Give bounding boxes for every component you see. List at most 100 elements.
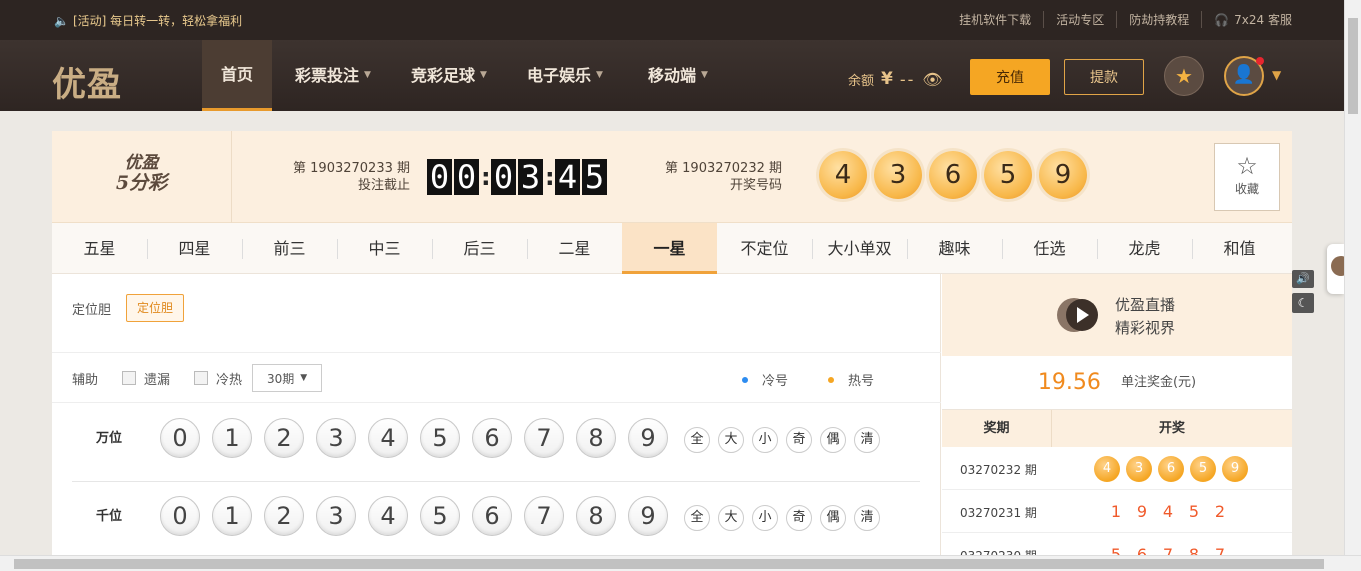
nav-home[interactable]: 首页 [202,40,272,111]
nav-football[interactable]: 竞彩足球 ▼ [411,40,487,111]
history-ball: 5 [1190,456,1216,482]
hide-balance-icon[interactable]: 👁 [922,70,942,89]
quick-big-button[interactable]: 大 [718,427,744,453]
period-select[interactable]: 30期 ▼ [252,364,323,392]
star-icon[interactable]: ★ [1164,56,1204,96]
quick-even-button[interactable]: 偶 [820,427,846,453]
last-issue-caption: 开奖号码 [729,178,782,193]
tab-unpositioned[interactable]: 不定位 [717,223,812,274]
night-mode-icon[interactable]: ☾ [1292,293,1314,313]
collect-label: 收藏 [1234,182,1259,196]
number-ball[interactable]: 6 [472,496,512,536]
chevron-down-icon[interactable]: ▼ [1272,68,1281,82]
customer-service-link[interactable]: 🎧 7x24 客服 [1201,11,1292,28]
tab-middle-three[interactable]: 中三 [337,223,432,274]
quick-small-button[interactable]: 小 [752,505,778,531]
tab-one-star[interactable]: 一星 [622,223,717,274]
avatar[interactable]: 👤 [1224,56,1264,96]
history-number: 9 [1136,502,1148,521]
number-ball[interactable]: 6 [472,418,512,458]
history-period: 03270232 期 [960,463,1037,477]
number-ball[interactable]: 4 [368,418,408,458]
number-ball[interactable]: 3 [316,496,356,536]
tab-back-three[interactable]: 后三 [432,223,527,274]
number-ball[interactable]: 1 [212,418,252,458]
scrollbar-thumb[interactable] [14,559,1324,569]
timer-digit: 0 [491,159,516,195]
recharge-button[interactable]: 充值 [970,59,1050,95]
winning-number-ball: 6 [929,151,977,199]
quick-all-button[interactable]: 全 [684,427,710,453]
quick-all-button[interactable]: 全 [684,505,710,531]
history-number: 8 [1188,545,1200,555]
number-ball[interactable]: 0 [160,418,200,458]
quick-clear-button[interactable]: 清 [854,505,880,531]
number-ball[interactable]: 2 [264,418,304,458]
nav-mobile[interactable]: 移动端 ▼ [648,40,708,111]
number-ball[interactable]: 4 [368,496,408,536]
tab-two-star[interactable]: 二星 [527,223,622,274]
nav-lottery[interactable]: 彩票投注 ▼ [295,40,371,111]
scrollbar-thumb[interactable] [1348,18,1358,114]
sound-toggle-icon[interactable]: 🔊 [1292,270,1314,288]
number-ball[interactable]: 9 [628,496,668,536]
number-ball[interactable]: 8 [576,496,616,536]
missing-checkbox[interactable]: 遗漏 [122,369,170,388]
withdraw-button[interactable]: 提款 [1064,59,1144,95]
winning-number-ball: 4 [819,151,867,199]
quick-even-button[interactable]: 偶 [820,505,846,531]
hotcold-checkbox[interactable]: 冷热 [194,369,242,388]
currency-symbol: ¥ [881,69,893,89]
number-ball[interactable]: 1 [212,496,252,536]
tab-five-star[interactable]: 五星 [52,223,147,274]
download-link[interactable]: 挂机软件下载 [947,11,1043,28]
quick-big-button[interactable]: 大 [718,505,744,531]
tab-four-star[interactable]: 四星 [147,223,242,274]
number-row-qian: 千位 0 1 2 3 4 5 6 7 8 9 全 大 小 奇 偶 清 [72,485,920,545]
quick-clear-button[interactable]: 清 [854,427,880,453]
horizontal-scrollbar[interactable] [0,555,1361,571]
timer-digit: 5 [582,159,607,195]
announcement[interactable]: 🔈 [活动] 每日转一转，轻松拿福利 [54,12,242,29]
vertical-scrollbar[interactable] [1344,0,1361,555]
tab-sum[interactable]: 和值 [1192,223,1287,274]
number-ball[interactable]: 5 [420,418,460,458]
anti-hijack-link[interactable]: 防劫持教程 [1116,11,1201,28]
live-banner[interactable]: 优盈直播 精彩视界 [942,274,1292,356]
site-logo[interactable]: 优盈 [52,57,122,106]
history-row: 03270230 期 5 6 7 8 7 [942,533,1292,555]
tab-size-parity[interactable]: 大小单双 [812,223,907,274]
notification-dot [1256,57,1264,65]
widget-icon [1331,256,1344,276]
number-ball[interactable]: 0 [160,496,200,536]
tab-front-three[interactable]: 前三 [242,223,337,274]
checkbox-box [122,371,137,385]
tab-optional[interactable]: 任选 [1002,223,1097,274]
history-number: 7 [1214,545,1226,555]
quick-odd-button[interactable]: 奇 [786,505,812,531]
countdown-timer: 0 0 : 0 3 : 4 5 [427,159,609,195]
lottery-card: 优盈 5分彩 第 1903270233 期 投注截止 0 0 : 0 3 : 4… [52,131,1292,555]
number-ball[interactable]: 7 [524,496,564,536]
number-ball[interactable]: 7 [524,418,564,458]
number-ball[interactable]: 2 [264,496,304,536]
cold-dot [742,376,748,383]
number-ball[interactable]: 5 [420,496,460,536]
floating-widget[interactable] [1327,244,1344,294]
announcement-text: [活动] 每日转一转，轻松拿福利 [72,14,243,28]
mode-button[interactable]: 定位胆 [126,294,185,322]
activity-link[interactable]: 活动专区 [1043,11,1116,28]
tab-fun[interactable]: 趣味 [907,223,1002,274]
number-ball[interactable]: 8 [576,418,616,458]
lottery-logo-line2: 5分彩 [115,172,168,194]
collect-button[interactable]: ☆ 收藏 [1214,143,1280,211]
number-ball[interactable]: 3 [316,418,356,458]
number-ball[interactable]: 9 [628,418,668,458]
quick-odd-button[interactable]: 奇 [786,427,812,453]
quick-small-button[interactable]: 小 [752,427,778,453]
aux-label: 辅助 [72,372,99,388]
timer-digit: 4 [555,159,580,195]
nav-games[interactable]: 电子娱乐 ▼ [527,40,603,111]
tab-dragon-tiger[interactable]: 龙虎 [1097,223,1192,274]
balance: 余额 ¥ -- 👁 [848,69,943,89]
